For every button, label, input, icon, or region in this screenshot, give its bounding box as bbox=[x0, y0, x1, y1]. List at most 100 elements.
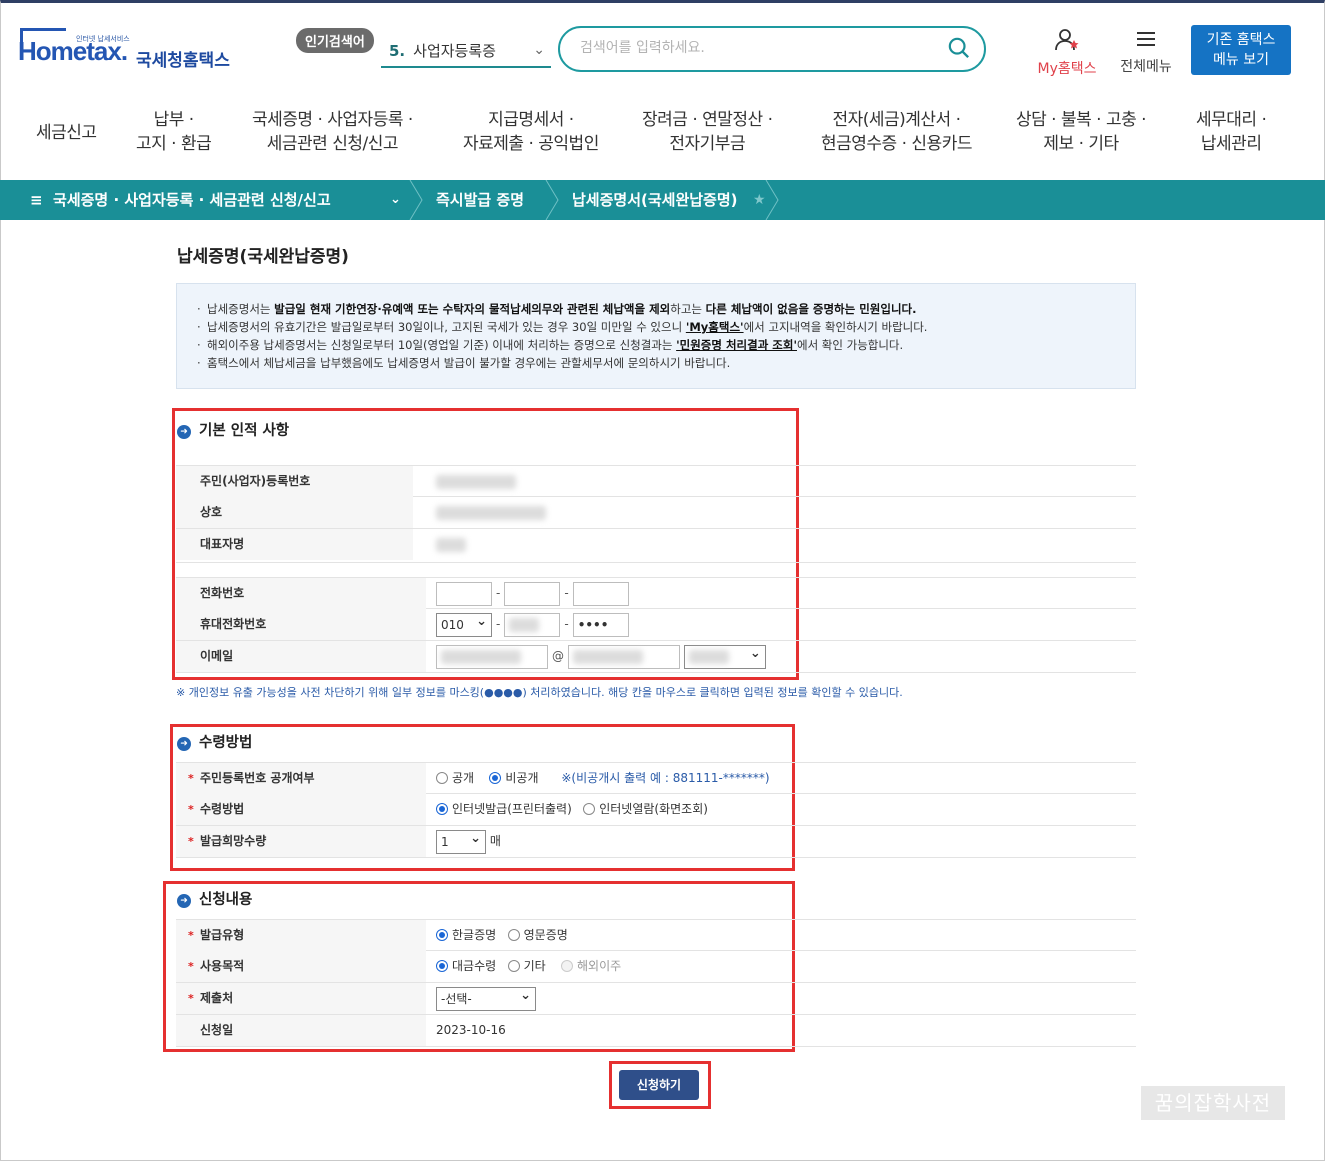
radio-public[interactable] bbox=[436, 772, 448, 784]
notice-line-2: 납세증명서의 유효기간은 발급일로부터 30일이나, 고지된 국세가 있는 경우… bbox=[197, 318, 1115, 336]
popular-rank: 5. bbox=[389, 42, 406, 60]
section-bullet-icon: ➜ bbox=[177, 737, 191, 751]
old-menu-line1: 기존 홈택스 bbox=[1206, 32, 1276, 48]
gnb-item-agent[interactable]: 세무대리 · 납세관리 bbox=[1196, 108, 1267, 156]
company-label: 상호 bbox=[176, 497, 413, 528]
private-note: ※(비공개시 출력 예 : 881111-*******) bbox=[561, 771, 770, 785]
breadcrumb-level3[interactable]: 납세증명서(국세완납증명) bbox=[572, 180, 738, 220]
notice-line-3: 해외이주용 납세증명서는 신청일로부터 10일(영업일 기준) 이내에 처리하는… bbox=[197, 336, 1115, 354]
my-hometax-button[interactable]: My홈택스 bbox=[1032, 28, 1102, 78]
apply-button[interactable]: 신청하기 bbox=[619, 1070, 699, 1100]
breadcrumb-menu-label: 국세증명 · 사업자등록 · 세금관련 신청/신고 bbox=[53, 191, 331, 209]
chevron-down-icon: ⌄ bbox=[533, 42, 545, 58]
notice-box: 납세증명서는 발급일 현재 기한연장·유예액 또는 수탁자의 물적납세의무와 관… bbox=[176, 283, 1136, 389]
radio-korean[interactable] bbox=[436, 929, 448, 941]
search-input[interactable] bbox=[580, 28, 940, 68]
all-menu-button[interactable]: 전체메뉴 bbox=[1114, 28, 1178, 76]
section-basic-title: ➜ 기본 인적 사항 bbox=[177, 419, 289, 440]
row-receive-method: * 수령방법 인터넷발급(프린터출력) 인터넷열람(화면조회) bbox=[176, 794, 1136, 826]
section-bullet-icon: ➜ bbox=[177, 425, 191, 439]
gnb-item-incentive[interactable]: 장려금 · 연말정산 · 전자기부금 bbox=[642, 108, 773, 156]
row-email: 이메일 @ bbox=[176, 641, 1136, 673]
email-at-sign: @ bbox=[552, 649, 564, 663]
quantity-unit: 매 bbox=[489, 834, 501, 848]
issue-type-label: * 발급유형 bbox=[176, 920, 426, 951]
my-hometax-link[interactable]: 'My홈택스' bbox=[686, 320, 744, 334]
notice-line-1: 납세증명서는 발급일 현재 기한연장·유예액 또는 수탁자의 물적납세의무와 관… bbox=[197, 300, 1115, 318]
popular-term: 사업자등록증 bbox=[413, 42, 496, 60]
company-value-masked bbox=[436, 505, 546, 520]
search-box bbox=[558, 26, 986, 72]
logo-text: Hometax. bbox=[18, 36, 128, 66]
gnb-item-payment[interactable]: 납부 · 고지 · 환급 bbox=[136, 108, 212, 156]
result-inquiry-link[interactable]: '민원증명 처리결과 조회' bbox=[676, 338, 797, 352]
hamburger-icon bbox=[1137, 32, 1155, 46]
radio-internet-view-label: 인터넷열람(화면조회) bbox=[599, 802, 708, 816]
quantity-select[interactable]: 1 bbox=[436, 828, 486, 854]
section-receive-title: ➜ 수령방법 bbox=[177, 731, 252, 752]
breadcrumb-level2[interactable]: 즉시발급 증명 bbox=[436, 180, 524, 220]
gnb-item-einvoice[interactable]: 전자(세금)계산서 · 현금영수증 · 신용카드 bbox=[821, 108, 972, 156]
apply-date-label: 신청일 bbox=[176, 1015, 426, 1046]
mobile-prefix-select[interactable]: 010 bbox=[436, 611, 492, 637]
radio-etc-label: 기타 bbox=[523, 959, 546, 973]
email-id-input[interactable] bbox=[436, 644, 548, 669]
radio-emigrate-label: 해외이주 bbox=[576, 959, 622, 973]
phone-label: 전화번호 bbox=[176, 578, 426, 609]
radio-private[interactable] bbox=[489, 772, 502, 784]
radio-emigrate bbox=[560, 960, 573, 972]
submit-to-label: * 제출처 bbox=[176, 983, 426, 1014]
gnb-item-certificate[interactable]: 국세증명 · 사업자등록 · 세금관련 신청/신고 bbox=[252, 108, 413, 156]
section-apply-title: ➜ 신청내용 bbox=[177, 888, 252, 909]
row-rrn: 주민(사업자)등록번호 bbox=[176, 465, 1136, 497]
breadcrumb-menu[interactable]: ≡ 국세증명 · 사업자등록 · 세금관련 신청/신고 bbox=[30, 180, 331, 220]
chevron-down-icon[interactable]: ⌄ bbox=[390, 180, 401, 220]
email-domain-input[interactable] bbox=[568, 644, 680, 669]
search-icon[interactable] bbox=[948, 37, 970, 59]
row-company: 상호 bbox=[176, 497, 1136, 529]
radio-internet-view[interactable] bbox=[583, 803, 596, 815]
radio-internet-print[interactable] bbox=[436, 803, 448, 815]
representative-label: 대표자명 bbox=[176, 529, 413, 560]
radio-korean-label: 한글증명 bbox=[452, 928, 497, 942]
menu-icon: ≡ bbox=[30, 191, 43, 209]
radio-internet-print-label: 인터넷발급(프린터출력) bbox=[452, 802, 572, 816]
mobile-middle-input[interactable] bbox=[504, 612, 561, 637]
gnb-item-consult[interactable]: 상담 · 불복 · 고충 · 제보 · 기타 bbox=[1016, 108, 1147, 156]
breadcrumb-separator-icon bbox=[765, 180, 779, 220]
page-title: 납세증명(국세완납증명) bbox=[177, 247, 349, 267]
email-domain-select[interactable] bbox=[683, 643, 766, 669]
row-apply-date: 신청일 2023-10-16 bbox=[176, 1015, 1136, 1047]
breadcrumb-separator-icon bbox=[409, 180, 423, 220]
gnb-item-statement[interactable]: 지급명세서 · 자료제출 · 공익법인 bbox=[463, 108, 599, 156]
mobile-label: 휴대전화번호 bbox=[176, 609, 426, 640]
submit-to-select[interactable]: -선택- bbox=[436, 985, 536, 1011]
row-phone: 전화번호 -- bbox=[176, 577, 1136, 609]
purpose-label: * 사용목적 bbox=[176, 951, 426, 982]
gnb-item-tax-report[interactable]: 세금신고 bbox=[36, 121, 97, 145]
receive-method-label: * 수령방법 bbox=[176, 794, 426, 825]
radio-etc[interactable] bbox=[507, 960, 520, 972]
radio-payment-label: 대금수령 bbox=[452, 959, 497, 973]
rrn-label: 주민(사업자)등록번호 bbox=[176, 466, 413, 497]
phone-part2-input[interactable] bbox=[504, 581, 561, 606]
old-menu-line2: 메뉴 보기 bbox=[1213, 52, 1269, 68]
rrn-value-masked bbox=[436, 474, 516, 489]
row-submit-to: * 제출처 -선택- bbox=[176, 983, 1136, 1015]
old-menu-button[interactable]: 기존 홈택스 메뉴 보기 bbox=[1191, 25, 1291, 75]
mobile-last-input[interactable]: •••• bbox=[572, 612, 629, 637]
phone-part1-input[interactable] bbox=[436, 581, 492, 606]
radio-public-label: 공개 bbox=[452, 771, 475, 785]
radio-payment[interactable] bbox=[436, 960, 448, 972]
breadcrumb-separator-icon bbox=[545, 180, 559, 220]
row-issue-type: * 발급유형 한글증명 영문증명 bbox=[176, 919, 1136, 951]
notice-line-4: 홈택스에서 체납세금을 납부했음에도 납세증명서 발급이 불가할 경우에는 관할… bbox=[197, 354, 1115, 372]
email-label: 이메일 bbox=[176, 641, 426, 672]
row-representative: 대표자명 bbox=[176, 529, 1136, 563]
radio-english[interactable] bbox=[507, 929, 520, 941]
radio-english-label: 영문증명 bbox=[523, 928, 568, 942]
phone-part3-input[interactable] bbox=[572, 581, 629, 606]
watermark: 꿈의잡학사전 bbox=[1141, 1086, 1285, 1120]
my-hometax-label: My홈택스 bbox=[1037, 61, 1097, 77]
popular-search-select[interactable]: 5. 사업자등록증 ⌄ bbox=[381, 34, 551, 68]
